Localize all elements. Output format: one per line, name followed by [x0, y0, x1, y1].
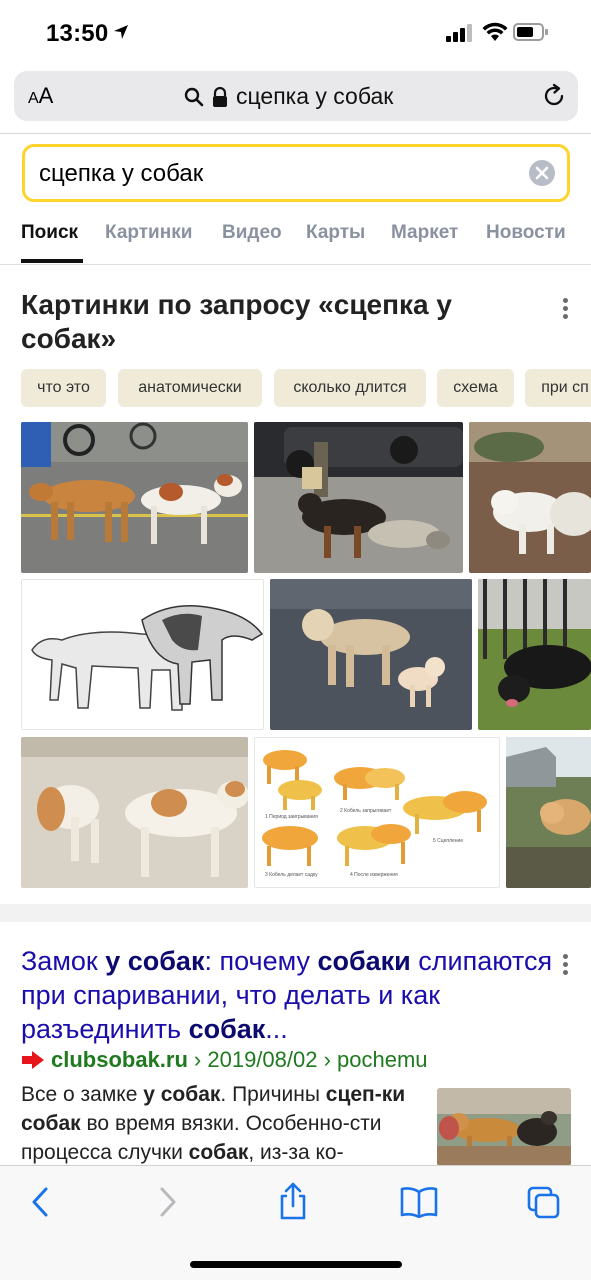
reader-settings-button[interactable]: AA [28, 83, 53, 109]
clear-icon[interactable] [528, 159, 556, 187]
result-title-part: у собак [105, 946, 205, 976]
search-input[interactable]: сцепка у собак [22, 144, 570, 202]
result-snippet: Все о замке у собак. Причины сцеп-ки соб… [21, 1080, 416, 1167]
result-title-part: Замок [21, 946, 106, 976]
address-divider [0, 133, 591, 134]
scheme-caption-4: 4 После извержения [350, 872, 398, 878]
image-thumbnail-2[interactable] [254, 422, 463, 573]
status-time: 13:50 [46, 20, 109, 47]
home-indicator [190, 1261, 402, 1268]
image-thumbnail-7[interactable] [21, 737, 248, 888]
result-title-part: собак [188, 1014, 266, 1044]
address-display[interactable]: сцепка у собак [184, 83, 393, 110]
bookmarks-icon[interactable] [400, 1186, 438, 1218]
search-tabs: Поиск Картинки Видео Карты Маркет Новост… [0, 218, 591, 264]
scheme-caption-5: 5 Сцепление [433, 838, 463, 844]
snippet-part: собак [188, 1141, 249, 1164]
location-arrow-icon [114, 25, 128, 39]
tabs-divider [0, 264, 591, 265]
wifi-icon [482, 22, 508, 41]
result-title-part: ... [265, 1014, 288, 1044]
cellular-signal-icon [446, 24, 472, 42]
snippet-part: . Причины [220, 1083, 326, 1106]
forward-icon[interactable] [158, 1186, 178, 1218]
images-more-icon[interactable] [563, 298, 569, 322]
chip-scheme[interactable]: схема [437, 369, 514, 407]
tab-maps[interactable]: Карты [306, 222, 365, 244]
image-thumbnail-3[interactable] [469, 422, 591, 573]
status-bar: 13:50 [0, 0, 591, 66]
tab-search[interactable]: Поиск [21, 222, 78, 244]
image-thumbnail-4[interactable] [21, 579, 264, 730]
result-title-link[interactable]: Замок у собак: почему собаки слипаются п… [21, 944, 561, 1046]
search-icon [184, 87, 204, 106]
chip-what-is[interactable]: что это [21, 369, 106, 407]
result-path: › 2019/08/02 › pochemu [193, 1047, 428, 1072]
section-separator [0, 904, 591, 922]
chip-duration[interactable]: сколько длится [274, 369, 426, 407]
image-thumbnail-6[interactable] [478, 579, 591, 730]
result-domain: clubsobak.ru [51, 1047, 188, 1072]
address-bar[interactable]: AA сцепка у собак [14, 71, 578, 121]
site-favicon-icon [22, 1051, 44, 1069]
aa-small-label: A [28, 90, 39, 107]
chip-anatomy[interactable]: анатомически [118, 369, 262, 407]
image-thumbnail-5[interactable] [270, 579, 472, 730]
tab-images[interactable]: Картинки [105, 222, 192, 244]
image-thumbnail-9[interactable] [506, 737, 591, 888]
result-more-icon[interactable] [563, 954, 569, 978]
reload-icon[interactable] [541, 83, 567, 109]
image-thumbnail-1[interactable] [21, 422, 248, 573]
lock-icon [213, 86, 227, 107]
address-text: сцепка у собак [236, 83, 394, 109]
battery-icon [513, 23, 548, 41]
chip-more[interactable]: при сп [525, 369, 591, 407]
search-input-value: сцепка у собак [39, 160, 204, 187]
share-icon[interactable] [278, 1182, 308, 1220]
scheme-caption-2: 2 Кобель запрыгивает [340, 808, 392, 814]
image-thumbnail-8[interactable]: 1 Период заигрывания 2 Кобель запрыгивае… [254, 737, 500, 888]
aa-large-label: A [38, 83, 54, 108]
back-icon[interactable] [30, 1186, 50, 1218]
result-url[interactable]: clubsobak.ru › 2019/08/02 › pochemu [21, 1047, 428, 1073]
snippet-part: Все о замке [21, 1083, 144, 1106]
tab-market[interactable]: Маркет [391, 222, 458, 244]
result-title-part: собаки [317, 946, 411, 976]
tab-video[interactable]: Видео [222, 222, 282, 244]
active-tab-indicator [21, 259, 83, 263]
scheme-caption-1: 1 Период заигрывания [265, 814, 318, 820]
result-title-part: : почему [204, 946, 318, 976]
snippet-part: , из-за ко- [248, 1141, 344, 1164]
tab-news[interactable]: Новости [486, 222, 566, 244]
query-chips: что это анатомически сколько длится схем… [21, 369, 591, 409]
images-heading[interactable]: Картинки по запросу «сцепка у собак» [21, 288, 541, 356]
snippet-part: у собак [143, 1083, 221, 1106]
scheme-caption-3: 3 Кобель делает садку [265, 872, 318, 878]
result-thumbnail[interactable] [437, 1088, 571, 1166]
tabs-icon[interactable] [527, 1186, 561, 1220]
